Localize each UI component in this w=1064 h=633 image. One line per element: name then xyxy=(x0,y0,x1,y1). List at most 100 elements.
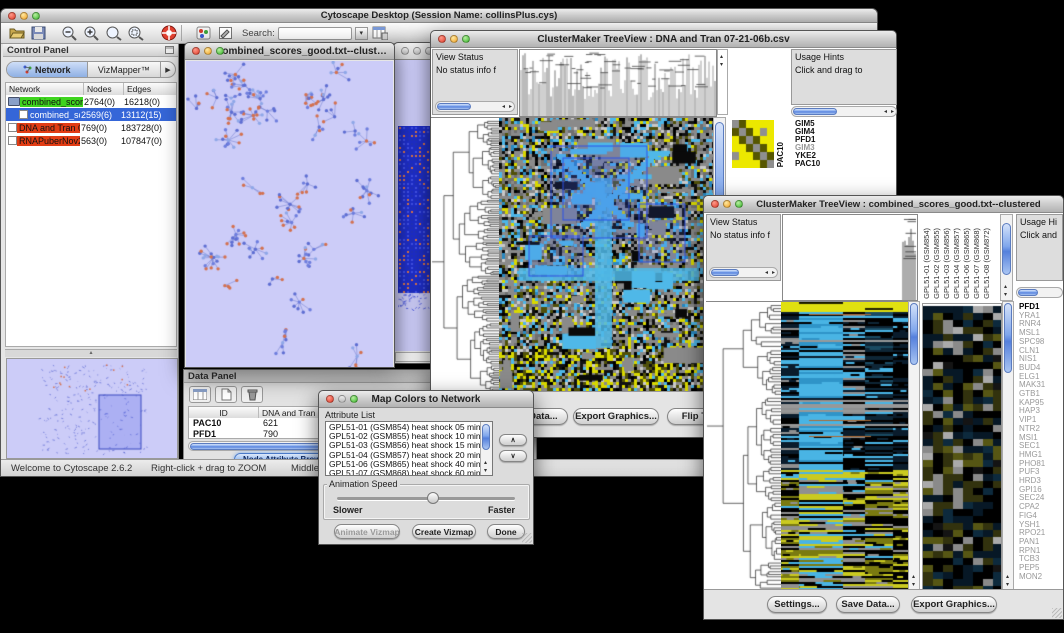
zoom-window-icon[interactable] xyxy=(32,12,40,20)
zoom-out-icon[interactable] xyxy=(60,24,79,43)
zoom-selected-icon[interactable] xyxy=(126,24,145,43)
search-dropdown-button[interactable]: ▾ xyxy=(355,27,368,40)
treeview1-titlebar[interactable]: ClusterMaker TreeView : DNA and Tran 07-… xyxy=(431,31,896,48)
create-vizmap-button[interactable]: Create Vizmap xyxy=(412,524,476,539)
network-nodes: 2569(6) xyxy=(80,110,120,120)
tv2-status-hscrollbar[interactable]: ◂▸ xyxy=(709,267,778,278)
close-icon[interactable] xyxy=(192,47,200,55)
tv2-export-graphics-button[interactable]: Export Graphics... xyxy=(911,596,997,613)
float-panel-icon[interactable] xyxy=(165,46,174,54)
zoom-window-icon[interactable] xyxy=(735,200,743,208)
attr-id: PAC10 xyxy=(189,418,259,429)
zoom-fit-icon[interactable] xyxy=(104,24,123,43)
slider-thumb[interactable] xyxy=(427,492,439,504)
tv1-export-graphics-button[interactable]: Export Graphics... xyxy=(573,408,659,425)
zoom-window-icon[interactable] xyxy=(462,35,470,43)
map-colors-titlebar[interactable]: Map Colors to Network xyxy=(319,391,533,408)
tv2-hints-hscrollbar[interactable] xyxy=(1016,287,1063,298)
network-edges: 16218(0) xyxy=(123,97,176,107)
network-table-row[interactable]: RNAPuberNov2+!563(0)107847(0) xyxy=(6,134,176,147)
delete-attribute-icon[interactable] xyxy=(241,386,263,403)
move-up-button[interactable]: ∧ xyxy=(499,434,527,446)
tv1-status-hscrollbar[interactable]: ◂▸ xyxy=(435,101,515,112)
import-table-icon[interactable] xyxy=(371,24,390,43)
tv2-settings-button[interactable]: Settings... xyxy=(767,596,827,613)
birdseye-view[interactable] xyxy=(6,358,178,459)
animation-speed-slider[interactable] xyxy=(337,497,515,500)
open-icon[interactable] xyxy=(7,24,26,43)
minimize-icon[interactable] xyxy=(723,200,731,208)
main-titlebar[interactable]: Cytoscape Desktop (Session Name: collins… xyxy=(1,9,877,23)
vizmapper-icon[interactable] xyxy=(194,24,213,43)
tv1-view-status-line1: View Status xyxy=(433,50,517,65)
grid-network-hscrollbar[interactable] xyxy=(395,352,434,362)
tv2-column-dendrogram-area[interactable] xyxy=(782,214,918,301)
attr-col-id[interactable]: ID xyxy=(189,407,259,418)
tv1-column-dendrogram[interactable] xyxy=(519,49,717,117)
tv2-col-label: GPL51-06 (GSM865) xyxy=(962,228,971,299)
close-icon[interactable] xyxy=(711,200,719,208)
help-lifesaver-icon[interactable] xyxy=(159,24,178,43)
tv1-hints-hscrollbar[interactable]: ◂▸ xyxy=(791,106,897,117)
minimize-icon[interactable] xyxy=(338,395,346,403)
tab-overflow-arrow[interactable]: ▶ xyxy=(161,62,175,77)
close-icon[interactable] xyxy=(326,395,334,403)
zoom-window-icon[interactable] xyxy=(216,47,224,55)
resize-grip[interactable] xyxy=(1052,608,1062,618)
network-canvas[interactable] xyxy=(186,61,393,367)
network-name: combined_sco xyxy=(28,110,80,120)
tv2-save-data-button[interactable]: Save Data... xyxy=(836,596,900,613)
save-icon[interactable] xyxy=(29,24,48,43)
resize-grip[interactable] xyxy=(522,533,532,543)
panel-divider[interactable]: ▴ xyxy=(5,349,177,357)
minimize-icon[interactable] xyxy=(20,12,28,20)
tv1-heatmap[interactable] xyxy=(499,117,713,394)
col-header-network[interactable]: Network xyxy=(6,83,84,95)
col-header-nodes[interactable]: Nodes xyxy=(84,83,124,95)
minimize-icon[interactable] xyxy=(450,35,458,43)
attribute-list-vscrollbar[interactable]: ▴▾ xyxy=(480,422,492,475)
annotation-icon[interactable] xyxy=(216,24,235,43)
network-view-title: combined_scores_good.txt--cluste... xyxy=(217,46,388,57)
search-input[interactable] xyxy=(278,27,352,40)
move-down-button[interactable]: ∨ xyxy=(499,450,527,462)
window-controls[interactable] xyxy=(8,9,40,22)
treeview2-titlebar[interactable]: ClusterMaker TreeView : combined_scores_… xyxy=(704,196,1063,213)
tv1-col-scroll-arrows[interactable]: ▴▾ xyxy=(717,49,728,115)
animate-vizmap-button[interactable]: Animate Vizmap xyxy=(334,524,400,539)
close-icon[interactable] xyxy=(401,47,409,55)
zoom-in-icon[interactable] xyxy=(82,24,101,43)
tv2-row-dendrogram[interactable] xyxy=(706,301,781,592)
tab-vizmapper[interactable]: VizMapper™ xyxy=(88,62,161,77)
minimize-icon[interactable] xyxy=(413,47,421,55)
tv2-pixelview-vscrollbar[interactable]: ▴▾ xyxy=(1002,301,1014,591)
tv2-heatmap[interactable] xyxy=(781,301,908,592)
tv2-collabel-vscrollbar[interactable]: ▴▾ xyxy=(1000,214,1013,301)
new-attribute-icon[interactable] xyxy=(215,386,237,403)
control-panel-title: Control Panel xyxy=(7,45,69,56)
network-table-row[interactable]: combined_sco2569(6)13112(15) xyxy=(6,108,176,121)
network-table-row[interactable]: DNA and Tran 07769(0)183728(0) xyxy=(6,121,176,134)
grid-network-titlebar[interactable] xyxy=(394,43,433,60)
tv2-pixel-view[interactable] xyxy=(922,303,1002,593)
network-nodes: 563(0) xyxy=(80,136,120,146)
tv1-row-dendrogram[interactable] xyxy=(431,117,499,394)
tv2-usage-hints-line2: Click and xyxy=(1017,230,1062,243)
attribute-list[interactable]: GPL51-01 (GSM854) heat shock 05 minGPL51… xyxy=(325,421,493,476)
network-nodes: 2764(0) xyxy=(83,97,123,107)
network-view-titlebar[interactable]: combined_scores_good.txt--cluste... xyxy=(185,43,394,60)
minimize-icon[interactable] xyxy=(204,47,212,55)
zoom-window-icon[interactable] xyxy=(350,395,358,403)
done-button[interactable]: Done xyxy=(487,524,525,539)
attribute-select-icon[interactable] xyxy=(189,386,211,403)
close-icon[interactable] xyxy=(438,35,446,43)
network-tab-icon xyxy=(23,65,32,74)
tv1-submatrix[interactable] xyxy=(732,120,774,168)
tv2-heatmap-vscrollbar[interactable]: ▴▾ xyxy=(908,301,920,591)
network-table-row[interactable]: combined_scores2764(0)16218(0) xyxy=(6,95,176,108)
col-header-edges[interactable]: Edges xyxy=(124,83,176,95)
grid-network-view[interactable] xyxy=(398,126,430,311)
tab-network[interactable]: Network xyxy=(7,62,88,77)
close-icon[interactable] xyxy=(8,12,16,20)
attribute-list-item[interactable]: GPL51-07 (GSM868) heat shock 60 min xyxy=(326,469,492,476)
